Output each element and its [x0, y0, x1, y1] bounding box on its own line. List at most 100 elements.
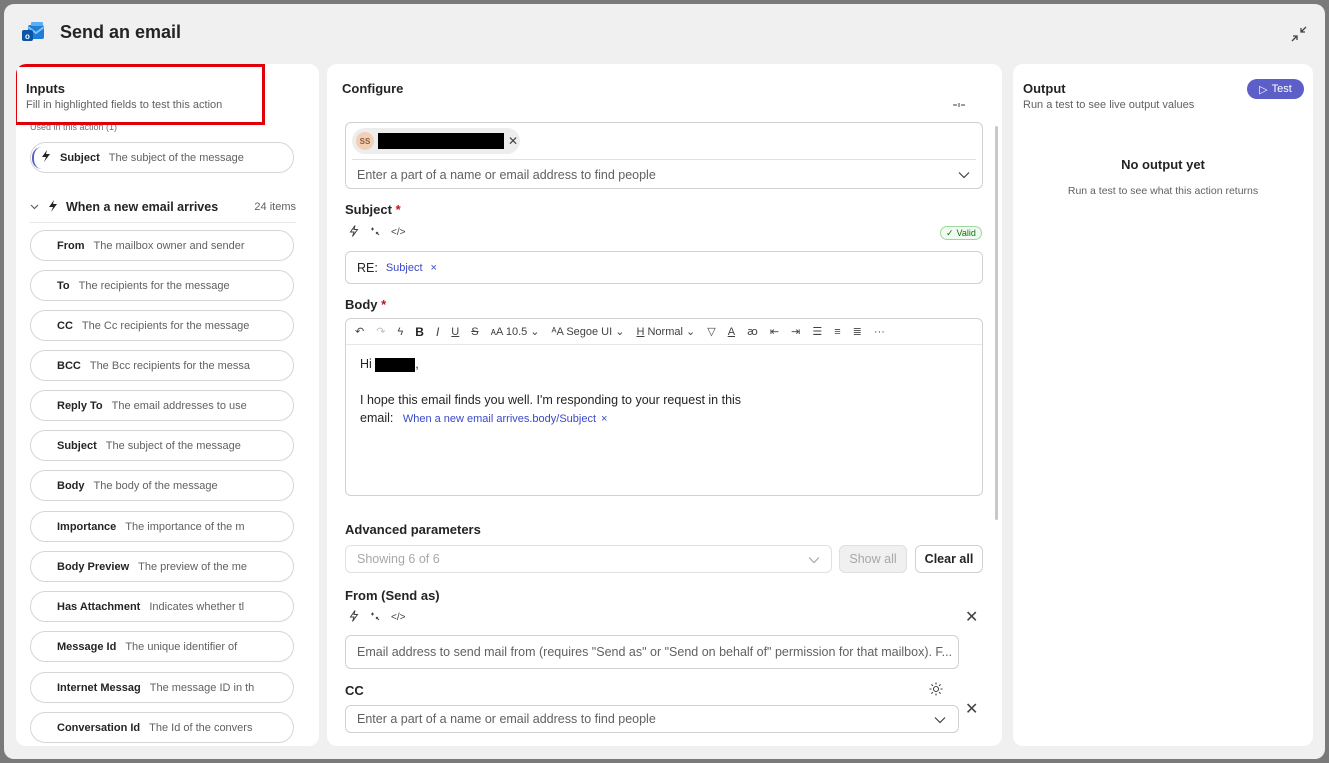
from-input[interactable]: Email address to send mail from (require…: [345, 635, 959, 669]
advanced-parameters-label: Advanced parameters: [345, 522, 481, 537]
inputs-heading: Inputs: [26, 81, 65, 96]
show-all-button[interactable]: Show all: [839, 545, 907, 573]
collapse-arrows-icon[interactable]: [1289, 24, 1309, 44]
strikethrough-icon[interactable]: S: [471, 326, 478, 338]
paragraph-style-dropdown[interactable]: H Normal ⌄: [636, 325, 695, 338]
input-item-message-id[interactable]: Message Id The unique identifier of: [30, 631, 294, 662]
from-tools: </>: [349, 610, 405, 625]
more-options-icon[interactable]: ···: [874, 326, 885, 338]
clear-all-button[interactable]: Clear all: [915, 545, 983, 573]
remove-token-icon[interactable]: ×: [431, 262, 437, 274]
lightning-icon: [41, 150, 51, 165]
code-icon[interactable]: </>: [391, 612, 405, 623]
gear-icon[interactable]: [928, 681, 944, 697]
italic-icon[interactable]: I: [436, 325, 439, 339]
valid-badge: ✓ Valid: [940, 226, 982, 240]
bold-icon[interactable]: B: [415, 325, 424, 339]
sparkle-expression-icon[interactable]: [369, 610, 381, 625]
recipient-chip[interactable]: SS ✕: [352, 128, 520, 154]
to-field[interactable]: SS ✕ Enter a part of a name or email add…: [345, 122, 983, 189]
input-item-subject[interactable]: Subject The subject of the message: [30, 430, 294, 461]
font-size-dropdown[interactable]: ᴀA 10.5 ⌄: [491, 325, 540, 338]
subject-input[interactable]: RE: Subject ×: [345, 251, 983, 284]
used-input-subject[interactable]: Subject The subject of the message: [30, 142, 294, 173]
greeting: Hi: [360, 357, 372, 371]
bullet-list-icon[interactable]: ☰: [812, 325, 822, 338]
numbered-list-icon[interactable]: ≡: [834, 326, 840, 338]
redacted-name: [378, 133, 504, 149]
input-item-body-preview[interactable]: Body Preview The preview of the me: [30, 551, 294, 582]
used-in-action-label: Used in this action (1): [30, 122, 118, 132]
input-item-has-attachment[interactable]: Has Attachment Indicates whether tl: [30, 591, 294, 622]
input-key: Message Id: [57, 640, 117, 653]
chevron-down-icon[interactable]: [958, 171, 970, 179]
test-button-label: Test: [1271, 83, 1292, 95]
remove-token-icon[interactable]: ×: [601, 410, 607, 428]
font-color-icon[interactable]: A: [728, 326, 735, 338]
subject-label: Subject *: [345, 202, 401, 217]
body-token[interactable]: When a new email arrives.body/Subject ×: [403, 410, 608, 428]
input-item-internet-message-id[interactable]: Internet Messag The message ID in th: [30, 672, 294, 703]
valid-text: Valid: [956, 228, 976, 238]
indent-icon[interactable]: ⇥: [791, 325, 800, 338]
font-name-value: Segoe UI: [566, 326, 613, 338]
input-desc: The subject of the message: [105, 439, 241, 452]
input-item-body[interactable]: Body The body of the message: [30, 470, 294, 501]
style-value: Normal: [647, 326, 683, 338]
font-size-icon: ᴀA: [490, 326, 503, 338]
font-name-dropdown[interactable]: ᴬA Segoe UI ⌄: [552, 325, 625, 338]
input-item-bcc[interactable]: BCC The Bcc recipients for the messa: [30, 350, 294, 381]
play-icon: ▷: [1259, 83, 1268, 96]
configure-heading: Configure: [342, 81, 404, 96]
remove-from-field-icon[interactable]: ✕: [965, 607, 978, 627]
group-when-new-email-arrives[interactable]: When a new email arrives 24 items: [30, 195, 296, 219]
input-key: From: [57, 239, 85, 252]
input-item-from[interactable]: From The mailbox owner and sender: [30, 230, 294, 261]
input-item-reply-to[interactable]: Reply To The email addresses to use: [30, 390, 294, 421]
input-key: CC: [57, 319, 73, 332]
input-desc: The message ID in th: [149, 681, 255, 694]
underline-icon[interactable]: U: [451, 326, 459, 338]
align-icon[interactable]: ≣: [853, 325, 862, 338]
cc-placeholder: Enter a part of a name or email address …: [357, 712, 656, 726]
subject-prefix: RE:: [357, 260, 378, 275]
remove-cc-field-icon[interactable]: ✕: [965, 699, 978, 719]
input-key: Subject: [57, 439, 97, 452]
undo-icon[interactable]: ↶: [355, 325, 364, 338]
input-key: To: [57, 279, 70, 292]
highlight-icon[interactable]: ▽: [707, 325, 715, 338]
spellcheck-icon[interactable]: ꜵ: [747, 325, 758, 338]
input-desc: Indicates whether tl: [149, 600, 245, 613]
redo-icon[interactable]: ↷: [376, 325, 385, 338]
rich-text-toolbar: ↶ ↷ ϟ B I U S ᴀA 10.5 ⌄ ᴬA Segoe UI ⌄ H …: [346, 319, 982, 345]
input-item-conversation-id[interactable]: Conversation Id The Id of the convers: [30, 712, 294, 743]
input-item-to[interactable]: To The recipients for the message: [30, 270, 294, 301]
lightning-outline-icon[interactable]: ϟ: [397, 326, 403, 338]
input-key: Importance: [57, 520, 117, 533]
sparkle-expression-icon[interactable]: [369, 225, 381, 240]
cc-input[interactable]: Enter a part of a name or email address …: [345, 705, 959, 733]
input-item-importance[interactable]: Importance The importance of the m: [30, 511, 294, 542]
test-button[interactable]: ▷ Test: [1247, 79, 1304, 99]
subject-token[interactable]: Subject ×: [386, 262, 437, 274]
lightning-outline-icon[interactable]: [349, 610, 359, 625]
divider: [30, 222, 296, 223]
empty-state-title: No output yet: [1121, 157, 1205, 172]
subject-label-text: Subject: [345, 202, 392, 217]
to-search-input[interactable]: Enter a part of a name or email address …: [357, 168, 656, 182]
font-size-value: 10.5: [505, 326, 528, 338]
settings-toggle-icon[interactable]: [951, 102, 967, 112]
input-key: Reply To: [57, 399, 103, 412]
remove-recipient-icon[interactable]: ✕: [508, 134, 518, 148]
code-icon[interactable]: </>: [391, 227, 405, 238]
outdent-icon[interactable]: ⇤: [770, 325, 779, 338]
select-value: Showing 6 of 6: [357, 552, 440, 566]
input-item-cc[interactable]: CC The Cc recipients for the message: [30, 310, 294, 341]
heading-icon: H: [636, 326, 645, 338]
body-editor[interactable]: ↶ ↷ ϟ B I U S ᴀA 10.5 ⌄ ᴬA Segoe UI ⌄ H …: [345, 318, 983, 496]
advanced-parameters-select[interactable]: Showing 6 of 6: [345, 545, 832, 573]
body-line-2: email: When a new email arrives.body/Sub…: [360, 409, 741, 428]
body-line-2-prefix: email:: [360, 411, 394, 425]
input-key: Conversation Id: [57, 721, 141, 734]
lightning-outline-icon[interactable]: [349, 225, 359, 240]
